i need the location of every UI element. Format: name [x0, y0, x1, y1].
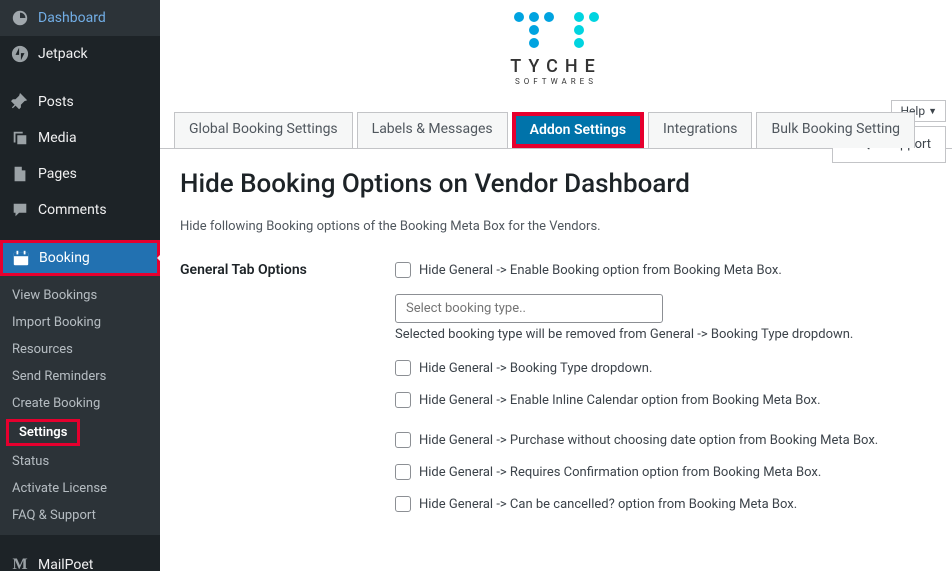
tab-bulk-booking-setting[interactable]: Bulk Booking Setting [756, 112, 915, 148]
submenu-import-booking[interactable]: Import Booking [0, 309, 160, 336]
sidebar-item-label: Dashboard [38, 10, 106, 26]
checkbox-purchase-without-date[interactable] [395, 432, 411, 448]
dashboard-icon [10, 8, 30, 28]
checkbox-requires-confirmation[interactable] [395, 464, 411, 480]
chevron-down-icon: ▼ [928, 106, 937, 117]
sidebar-item-pages[interactable]: Pages [0, 156, 160, 192]
sidebar-item-mailpoet[interactable]: M MailPoet [0, 547, 160, 571]
booking-submenu: View Bookings Import Booking Resources S… [0, 276, 160, 535]
tab-global-booking-settings[interactable]: Global Booking Settings [174, 112, 353, 148]
checkbox-can-be-cancelled[interactable] [395, 496, 411, 512]
check-enable-booking[interactable]: Hide General -> Enable Booking option fr… [395, 262, 932, 278]
comments-icon [10, 200, 30, 220]
sidebar-item-label: MailPoet [38, 557, 93, 571]
check-purchase-without-date[interactable]: Hide General -> Purchase without choosin… [395, 432, 932, 448]
logo-text: TYCHE [160, 56, 952, 77]
submenu-send-reminders[interactable]: Send Reminders [0, 363, 160, 390]
page-description: Hide following Booking options of the Bo… [180, 219, 932, 234]
submenu-settings[interactable]: Settings [6, 419, 80, 446]
sidebar-item-label: Pages [38, 166, 77, 182]
check-requires-confirmation[interactable]: Hide General -> Requires Confirmation op… [395, 464, 932, 480]
sidebar-item-booking[interactable]: Booking [0, 240, 160, 276]
sidebar-item-label: Posts [38, 94, 74, 110]
page-title: Hide Booking Options on Vendor Dashboard [180, 169, 932, 199]
logo-subtext: SOFTWARES [160, 77, 952, 86]
sidebar-item-label: Booking [39, 250, 90, 266]
checkbox-inline-calendar[interactable] [395, 392, 411, 408]
check-inline-calendar[interactable]: Hide General -> Enable Inline Calendar o… [395, 392, 932, 408]
submenu-faq-support[interactable]: FAQ & Support [0, 502, 160, 529]
submenu-activate-license[interactable]: Activate License [0, 475, 160, 502]
sidebar-item-label: Media [38, 130, 77, 146]
admin-sidebar: Dashboard Jetpack Posts Media Pages Comm… [0, 0, 160, 571]
submenu-view-bookings[interactable]: View Bookings [0, 282, 160, 309]
check-can-be-cancelled[interactable]: Hide General -> Can be cancelled? option… [395, 496, 932, 512]
sidebar-item-media[interactable]: Media [0, 120, 160, 156]
section-label: General Tab Options [180, 262, 395, 278]
checkbox-booking-type-dropdown[interactable] [395, 360, 411, 376]
brand-logo: TYCHE SOFTWARES [160, 0, 952, 94]
jetpack-icon [10, 44, 30, 64]
sidebar-item-label: Jetpack [38, 46, 88, 62]
main-content: TYCHE SOFTWARES Help ▼ FAQ & Support Glo… [160, 0, 952, 571]
sidebar-item-label: Comments [38, 202, 107, 218]
submenu-resources[interactable]: Resources [0, 336, 160, 363]
pages-icon [10, 164, 30, 184]
mailpoet-icon: M [10, 555, 30, 571]
booking-type-select[interactable]: Select booking type.. [395, 294, 663, 323]
media-icon [10, 128, 30, 148]
submenu-create-booking[interactable]: Create Booking [0, 390, 160, 417]
submenu-status[interactable]: Status [0, 448, 160, 475]
calendar-icon [11, 248, 31, 268]
tab-integrations[interactable]: Integrations [648, 112, 752, 148]
sidebar-item-posts[interactable]: Posts [0, 84, 160, 120]
sidebar-item-comments[interactable]: Comments [0, 192, 160, 228]
tab-addon-settings[interactable]: Addon Settings [512, 112, 644, 148]
checkbox-enable-booking[interactable] [395, 262, 411, 278]
tab-bar: Global Booking Settings Labels & Message… [160, 112, 952, 149]
select-hint: Selected booking type will be removed fr… [395, 327, 932, 342]
check-booking-type-dropdown[interactable]: Hide General -> Booking Type dropdown. [395, 360, 932, 376]
pin-icon [10, 92, 30, 112]
tab-labels-messages[interactable]: Labels & Messages [357, 112, 508, 148]
sidebar-item-jetpack[interactable]: Jetpack [0, 36, 160, 72]
sidebar-item-dashboard[interactable]: Dashboard [0, 0, 160, 36]
